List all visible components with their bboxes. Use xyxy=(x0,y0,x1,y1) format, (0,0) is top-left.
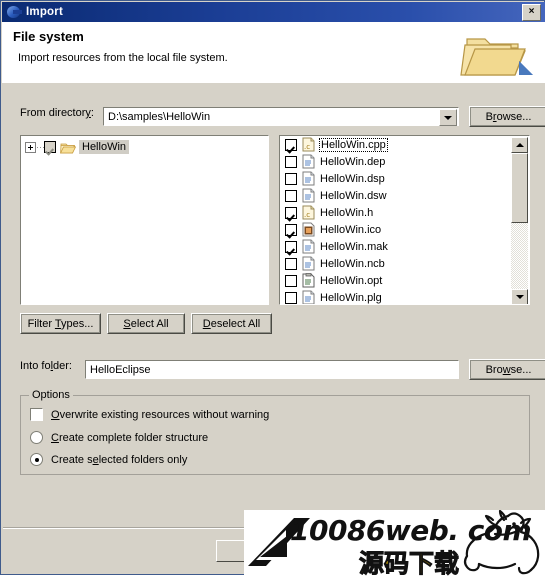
file-item-label: HelloWin.plg xyxy=(320,291,382,304)
expand-plus-icon[interactable] xyxy=(25,141,36,153)
file-list-item[interactable]: HelloWin.dsw xyxy=(280,187,512,204)
file-item-label: HelloWin.h xyxy=(320,206,374,219)
file-item-checkbox[interactable] xyxy=(285,138,297,151)
file-item-checkbox[interactable] xyxy=(285,291,297,304)
file-list-item[interactable]: .c HelloWin.h xyxy=(280,204,512,221)
create-selected-radio[interactable] xyxy=(30,453,43,466)
file-list-pane[interactable]: .c HelloWin.cpp HelloWin.dep HelloWin.dsp He… xyxy=(279,135,530,305)
file-list-item[interactable]: .c HelloWin.cpp xyxy=(280,136,512,153)
file-list-item[interactable]: HelloWin.opt xyxy=(280,272,512,289)
folder-tree-pane[interactable]: ··· HelloWin xyxy=(20,135,269,305)
create-complete-label: Create complete folder structure xyxy=(51,431,209,444)
rhino-icon xyxy=(463,510,540,575)
generic-file-icon xyxy=(302,171,315,186)
file-list-item[interactable]: HelloWin.dsp xyxy=(280,170,512,187)
folder-icon xyxy=(60,143,76,153)
file-list-scrollbar[interactable] xyxy=(511,137,528,304)
file-list-item[interactable]: HelloWin.ico xyxy=(280,221,512,238)
into-folder-input[interactable]: HelloEclipse xyxy=(85,360,459,379)
scroll-up-icon[interactable] xyxy=(511,137,528,153)
option-create-complete-structure[interactable]: Create complete folder structure xyxy=(30,431,208,444)
page-description: Import resources from the local file sys… xyxy=(18,52,228,64)
option-create-selected-only[interactable]: Create selected folders only xyxy=(30,453,187,466)
file-item-label: HelloWin.opt xyxy=(320,274,383,287)
svg-text:.c: .c xyxy=(304,143,310,151)
chevron-down-icon[interactable] xyxy=(439,109,457,126)
open-folder-icon xyxy=(460,38,533,76)
file-list-item[interactable]: HelloWin.dep xyxy=(280,153,512,170)
file-item-label: HelloWin.mak xyxy=(320,240,388,253)
file-list-item[interactable]: HelloWin.mak xyxy=(280,238,512,255)
page-title: File system xyxy=(13,29,84,44)
file-item-label: HelloWin.dsp xyxy=(320,172,385,185)
watermark-subtext: 源码下载 xyxy=(358,549,460,576)
file-item-checkbox[interactable] xyxy=(285,155,297,168)
file-item-checkbox[interactable] xyxy=(285,274,297,287)
scroll-down-icon[interactable] xyxy=(511,289,528,304)
create-selected-label: Create selected folders only xyxy=(51,453,188,466)
generic-file-icon xyxy=(302,154,315,169)
generic-file-icon xyxy=(302,290,315,304)
file-item-label: HelloWin.dep xyxy=(320,155,386,168)
c-source-file-icon: .c xyxy=(302,205,315,220)
into-folder-value: HelloEclipse xyxy=(90,363,151,376)
from-directory-value: D:\samples\HelloWin xyxy=(108,110,211,123)
file-list-item[interactable]: HelloWin.plg xyxy=(280,289,512,304)
svg-text:.c: .c xyxy=(304,211,310,219)
c-source-file-icon: .c xyxy=(302,137,315,152)
overwrite-checkbox[interactable] xyxy=(30,408,43,421)
tree-connector: ··· xyxy=(36,141,45,152)
file-item-checkbox[interactable] xyxy=(285,257,297,270)
file-item-checkbox[interactable] xyxy=(285,172,297,185)
import-dialog-window: Import × File system Import resources fr… xyxy=(0,0,545,576)
create-complete-radio[interactable] xyxy=(30,431,43,444)
file-item-checkbox[interactable] xyxy=(285,223,297,236)
close-icon[interactable]: × xyxy=(522,3,541,21)
browse-into-folder-button[interactable]: Browse... xyxy=(469,359,545,380)
binary-file-icon xyxy=(302,273,315,288)
deselect-all-button[interactable]: Deselect All xyxy=(191,313,272,334)
dialog-body: From directory: D:\samples\HelloWin Brow… xyxy=(2,83,545,574)
scrollbar-thumb[interactable] xyxy=(511,153,528,223)
into-folder-label: Into folder: xyxy=(20,360,72,372)
file-item-label: HelloWin.dsw xyxy=(320,189,387,202)
tree-item-label: HelloWin xyxy=(79,140,130,154)
file-item-checkbox[interactable] xyxy=(285,189,297,202)
file-item-checkbox[interactable] xyxy=(285,240,297,253)
into-folder-row: Into folder: HelloEclipse Browse... xyxy=(20,359,545,381)
filter-types-button[interactable]: Filter Types... xyxy=(20,313,101,334)
from-directory-combo[interactable]: D:\samples\HelloWin xyxy=(103,107,459,126)
wizard-header: File system Import resources from the lo… xyxy=(2,22,545,84)
options-group: Options Overwrite existing resources wit… xyxy=(20,389,530,475)
select-all-button[interactable]: Select All xyxy=(107,313,185,334)
eclipse-ball-icon xyxy=(6,4,22,20)
file-item-label: HelloWin.ico xyxy=(320,223,382,236)
file-list-items: .c HelloWin.cpp HelloWin.dep HelloWin.dsp He… xyxy=(280,136,512,304)
options-group-title: Options xyxy=(29,389,73,401)
generic-file-icon xyxy=(302,256,315,271)
generic-file-icon xyxy=(302,239,315,254)
watermark-overlay: 10086web. com 源码下载 xyxy=(244,510,545,576)
from-directory-label: From directory: xyxy=(20,107,94,119)
option-overwrite-existing[interactable]: Overwrite existing resources without war… xyxy=(30,408,269,421)
file-item-label: HelloWin.cpp xyxy=(319,137,388,152)
overwrite-label: Overwrite existing resources without war… xyxy=(51,408,270,421)
tree-item-checkbox[interactable] xyxy=(44,141,56,153)
file-item-label: HelloWin.ncb xyxy=(320,257,385,270)
file-list-item[interactable]: HelloWin.ncb xyxy=(280,255,512,272)
from-directory-row: From directory: D:\samples\HelloWin Brow… xyxy=(20,106,545,127)
window-title: Import xyxy=(26,6,63,18)
browse-directory-button[interactable]: Browse... xyxy=(469,106,545,127)
tree-item-hellowin[interactable]: ··· HelloWin xyxy=(21,138,268,156)
generic-file-icon xyxy=(302,188,315,203)
title-bar: Import × xyxy=(2,2,545,22)
image-file-icon xyxy=(302,222,315,237)
file-item-checkbox[interactable] xyxy=(285,206,297,219)
